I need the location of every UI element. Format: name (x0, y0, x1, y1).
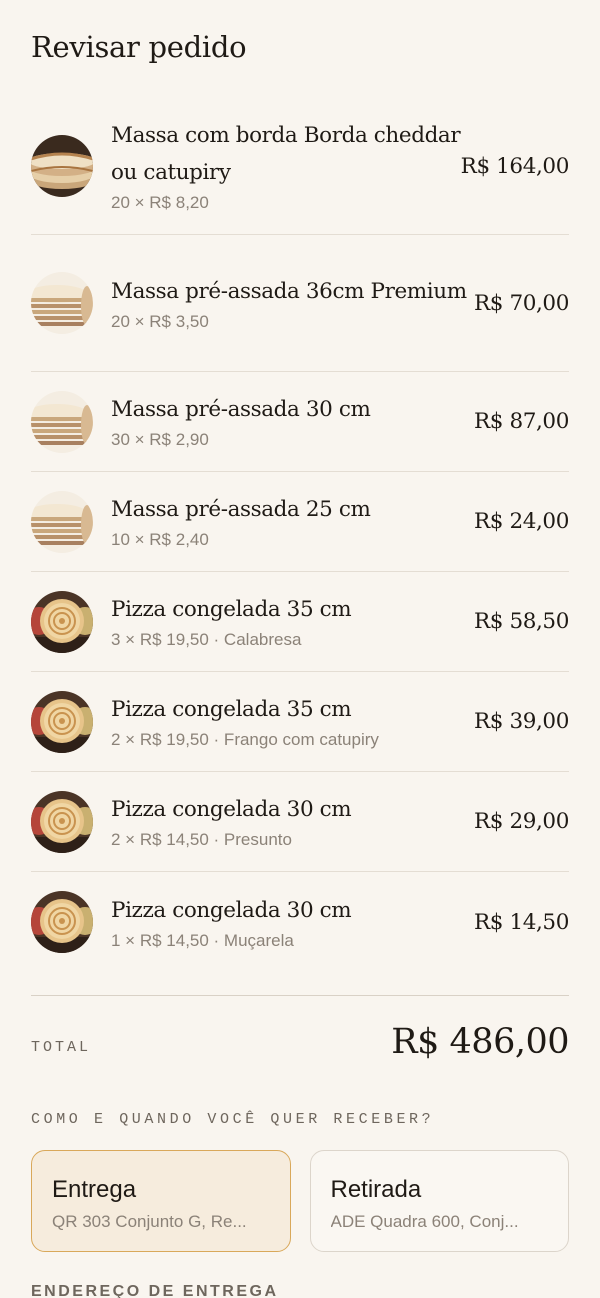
delivery-section-label: COMO E QUANDO VOCÊ QUER RECEBER? (31, 1111, 435, 1128)
item-detail: 1 × R$ 14,50 · Muçarela (111, 930, 294, 950)
item-price: R$ 87,00 (473, 409, 569, 434)
item-detail: 3 × R$ 19,50 · Calabresa (111, 630, 302, 649)
frozen-pizza-icon (31, 891, 93, 953)
item-detail: 20 × R$ 8,20 (111, 193, 209, 212)
order-item[interactable]: Pizza congelada 35 cm 2 × R$ 19,50 · Fra… (31, 672, 569, 772)
item-name: Pizza congelada 35 cm (111, 697, 352, 722)
option-title: Entrega (52, 1176, 137, 1203)
order-item[interactable]: Massa pré-assada 30 cm 30 × R$ 2,90 R$ 8… (31, 372, 569, 472)
order-item[interactable]: Massa pré-assada 36cm Premium 20 × R$ 3,… (31, 235, 569, 372)
order-items-list: Massa com borda Borda cheddar ou catupir… (31, 98, 569, 972)
item-name: Massa pré-assada 25 cm (111, 497, 371, 522)
item-detail: 30 × R$ 2,90 (111, 430, 209, 449)
item-price: R$ 70,00 (473, 290, 569, 316)
order-item[interactable]: Pizza congelada 30 cm 2 × R$ 14,50 · Pre… (31, 772, 569, 872)
item-price: R$ 164,00 (460, 153, 570, 179)
stuffed-crust-dough-icon (31, 135, 93, 197)
item-name: Pizza congelada 30 cm (111, 897, 352, 923)
delivery-option-retirada[interactable]: Retirada ADE Quadra 600, Conj... (309, 1150, 569, 1252)
total-label: TOTAL (31, 1039, 92, 1056)
item-price: R$ 24,00 (473, 509, 569, 534)
item-name: Massa pré-assada 30 cm (111, 397, 371, 422)
item-detail: 2 × R$ 19,50 · Frango com catupiry (111, 730, 379, 749)
prebaked-dough-icon (31, 272, 93, 334)
page-title: Revisar pedido (31, 30, 247, 64)
frozen-pizza-icon (31, 690, 93, 753)
item-price: R$ 39,00 (473, 709, 569, 734)
item-detail: 20 × R$ 3,50 (111, 311, 209, 331)
delivery-option-entrega[interactable]: Entrega QR 303 Conjunto G, Re... (31, 1150, 291, 1252)
delivery-options: Entrega QR 303 Conjunto G, Re... Retirad… (31, 1150, 569, 1252)
frozen-pizza-icon (31, 590, 93, 653)
total-divider (31, 995, 569, 996)
order-item[interactable]: Massa pré-assada 25 cm 10 × R$ 2,40 R$ 2… (31, 472, 569, 572)
order-item[interactable]: Pizza congelada 30 cm 1 × R$ 14,50 · Muç… (31, 872, 569, 972)
item-price: R$ 29,00 (473, 809, 569, 834)
item-name: Massa com borda Borda cheddar ou catupir… (111, 123, 461, 185)
prebaked-dough-icon (31, 490, 93, 553)
item-name: Pizza congelada 30 cm (111, 797, 352, 822)
item-price: R$ 14,50 (473, 909, 569, 935)
item-price: R$ 58,50 (473, 609, 569, 634)
address-section-label: ENDEREÇO DE ENTREGA (31, 1283, 279, 1298)
item-name: Massa pré-assada 36cm Premium (111, 278, 467, 304)
item-detail: 2 × R$ 14,50 · Presunto (111, 830, 292, 849)
prebaked-dough-icon (31, 390, 93, 453)
option-title: Retirada (330, 1176, 422, 1203)
frozen-pizza-icon (31, 790, 93, 853)
order-item[interactable]: Pizza congelada 35 cm 3 × R$ 19,50 · Cal… (31, 572, 569, 672)
order-item[interactable]: Massa com borda Borda cheddar ou catupir… (31, 98, 569, 235)
item-detail: 10 × R$ 2,40 (111, 530, 209, 549)
option-address: ADE Quadra 600, Conj... (330, 1212, 519, 1231)
option-address: QR 303 Conjunto G, Re... (52, 1212, 247, 1231)
total-value: R$ 486,00 (391, 1022, 569, 1062)
item-name: Pizza congelada 35 cm (111, 597, 352, 622)
